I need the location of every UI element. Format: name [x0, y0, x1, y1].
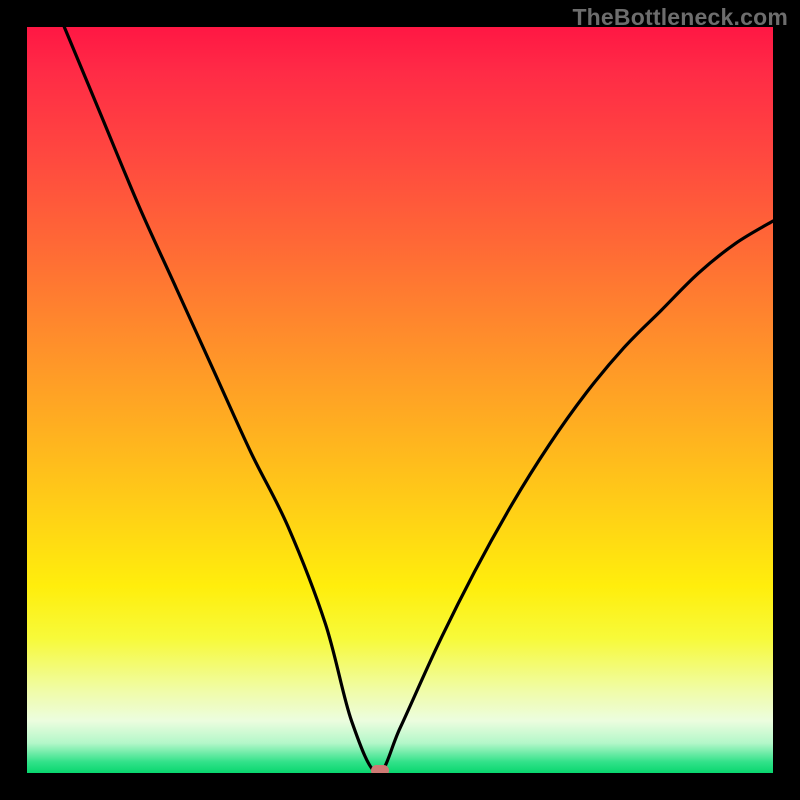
chart-frame: TheBottleneck.com [0, 0, 800, 800]
plot-area [27, 27, 773, 773]
bottleneck-curve [27, 27, 773, 773]
optimum-marker [371, 765, 389, 773]
